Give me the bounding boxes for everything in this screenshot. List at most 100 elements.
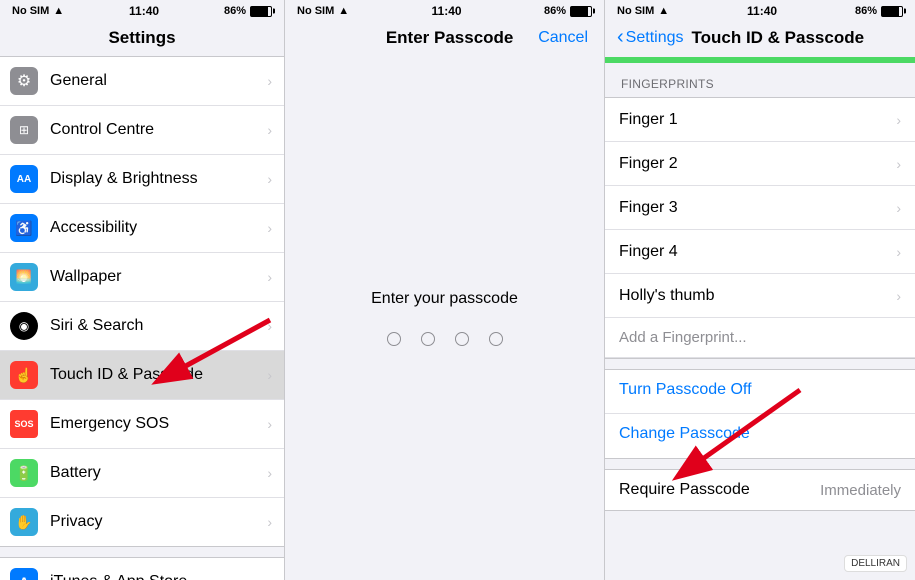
passcode-dot-4 [489,332,503,346]
siri-label: Siri & Search [50,317,263,335]
turn-passcode-off-button[interactable]: Turn Passcode Off [605,370,915,414]
time-3: 11:40 [747,4,777,18]
touchid-nav-title: Touch ID & Passcode [691,28,864,48]
passcode-dot-3 [455,332,469,346]
fingerprint-3[interactable]: Finger 3 › [605,186,915,230]
passcode-panel: No SIM ▲ 11:40 86% Enter Passcode Cancel… [285,0,605,580]
fp5-chevron: › [896,288,901,304]
passcode-cancel-button[interactable]: Cancel [538,29,588,47]
fingerprints-header: FINGERPRINTS [605,63,915,97]
itunes-chevron: › [267,574,272,580]
settings-row-accessibility[interactable]: ♿ Accessibility › [0,204,284,253]
status-bar-1: No SIM ▲ 11:40 86% [0,0,284,22]
battery-icon-3 [881,6,903,17]
touchid-label: Touch ID & Passcode [50,366,263,384]
fp3-chevron: › [896,200,901,216]
battery-label: Battery [50,464,263,482]
itunes-label: iTunes & App Store [50,573,263,580]
status-left-3: No SIM ▲ [617,5,669,17]
time-1: 11:40 [129,4,159,18]
battery-pct-3: 86% [855,5,877,17]
require-passcode-row[interactable]: Require Passcode Immediately [605,470,915,510]
settings-section-store: A iTunes & App Store › 💳 Wallet & Apple … [0,557,284,580]
settings-row-emergency[interactable]: SOS Emergency SOS › [0,400,284,449]
touchid-panel: No SIM ▲ 11:40 86% ‹ Settings Touch ID &… [605,0,915,580]
settings-row-privacy[interactable]: ✋ Privacy › [0,498,284,546]
fingerprint-hollys-thumb[interactable]: Holly's thumb › [605,274,915,318]
wifi-icon-2: ▲ [338,5,349,17]
passcode-dot-1 [387,332,401,346]
touchid-nav: ‹ Settings Touch ID & Passcode [605,22,915,57]
no-sim-label-1: No SIM [12,5,49,17]
settings-row-general[interactable]: ⚙ General › [0,57,284,106]
settings-row-battery[interactable]: 🔋 Battery › [0,449,284,498]
settings-row-itunes[interactable]: A iTunes & App Store › [0,558,284,580]
watermark-text: DELLIRAN [851,558,900,569]
require-passcode-value: Immediately [820,482,901,499]
status-right-2: 86% [544,5,592,17]
display-chevron: › [267,171,272,187]
time-2: 11:40 [432,4,462,18]
settings-section-main: ⚙ General › ⊞ Control Centre › AA Displa… [0,56,284,547]
privacy-label: Privacy [50,513,263,531]
settings-row-touchid[interactable]: ☝ Touch ID & Passcode › [0,351,284,400]
battery-pct-2: 86% [544,5,566,17]
wifi-icon-3: ▲ [658,5,669,17]
wallpaper-label: Wallpaper [50,268,263,286]
status-right-1: 86% [224,5,272,17]
touchid-icon: ☝ [10,361,38,389]
require-passcode-label: Require Passcode [619,481,820,499]
control-label: Control Centre [50,121,263,139]
wallpaper-icon: 🌅 [10,263,38,291]
emergency-label: Emergency SOS [50,415,263,433]
passcode-nav: Enter Passcode Cancel [285,22,604,56]
emergency-icon: SOS [10,410,38,438]
touchid-back-button[interactable]: ‹ Settings [617,26,683,49]
settings-row-control[interactable]: ⊞ Control Centre › [0,106,284,155]
settings-panel: No SIM ▲ 11:40 86% Settings ⚙ General › [0,0,285,580]
passcode-dot-2 [421,332,435,346]
display-label: Display & Brightness [50,170,263,188]
no-sim-label-2: No SIM [297,5,334,17]
passcode-dots [387,332,503,346]
wifi-icon-1: ▲ [53,5,64,17]
add-fingerprint-button[interactable]: Add a Fingerprint... [605,318,915,358]
fingerprint-3-label: Finger 3 [619,199,896,217]
control-chevron: › [267,122,272,138]
battery-icon-1 [250,6,272,17]
fp2-chevron: › [896,156,901,172]
passcode-prompt-text: Enter your passcode [371,290,518,308]
settings-title: Settings [0,22,284,56]
status-bar-2: No SIM ▲ 11:40 86% [285,0,604,22]
itunes-icon: A [10,568,38,580]
passcode-body: Enter your passcode [285,56,604,580]
general-label: General [50,72,263,90]
no-sim-label-3: No SIM [617,5,654,17]
battery-chevron: › [267,465,272,481]
display-icon: AA [10,165,38,193]
settings-row-siri[interactable]: ◉ Siri & Search › [0,302,284,351]
fingerprint-1[interactable]: Finger 1 › [605,98,915,142]
touchid-chevron: › [267,367,272,383]
battery-icon-2 [570,6,592,17]
change-passcode-button[interactable]: Change Passcode [605,414,915,458]
status-left-2: No SIM ▲ [297,5,349,17]
back-chevron-icon: ‹ [617,26,624,49]
fp4-chevron: › [896,244,901,260]
status-right-3: 86% [855,5,903,17]
general-chevron: › [267,73,272,89]
fingerprint-hollys-thumb-label: Holly's thumb [619,287,896,305]
settings-row-display[interactable]: AA Display & Brightness › [0,155,284,204]
siri-icon: ◉ [10,312,38,340]
fingerprint-4[interactable]: Finger 4 › [605,230,915,274]
back-label: Settings [626,29,684,47]
fingerprint-2[interactable]: Finger 2 › [605,142,915,186]
privacy-icon: ✋ [10,508,38,536]
fingerprint-1-label: Finger 1 [619,111,896,129]
emergency-chevron: › [267,416,272,432]
battery-settings-icon: 🔋 [10,459,38,487]
settings-row-wallpaper[interactable]: 🌅 Wallpaper › [0,253,284,302]
accessibility-icon: ♿ [10,214,38,242]
accessibility-label: Accessibility [50,219,263,237]
fp1-chevron: › [896,112,901,128]
